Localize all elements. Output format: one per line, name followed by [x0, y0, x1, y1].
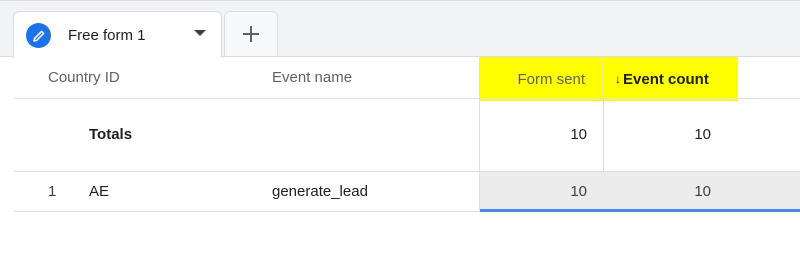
row-country-id[interactable]: AE	[89, 172, 109, 211]
column-header-label: Event name	[272, 69, 353, 86]
plus-icon	[243, 26, 259, 42]
totals-label: Totals	[89, 126, 133, 143]
caret-down-icon[interactable]	[194, 30, 206, 36]
column-header-event-count[interactable]: ↓ Event count	[603, 57, 738, 101]
tab-bar: Free form 1	[0, 0, 800, 58]
column-header-label: Country ID	[48, 69, 120, 86]
column-header-label: Event count	[623, 70, 709, 88]
totals-event-count: 10	[694, 126, 711, 143]
column-header-event-name[interactable]: Event name	[272, 57, 422, 98]
column-header-form-sent[interactable]: Form sent	[479, 57, 603, 101]
free-form-table: Country ID Event name Form sent ↓ Event …	[0, 57, 800, 260]
column-header-country-id[interactable]: Country ID	[48, 57, 198, 98]
pencil-icon	[26, 23, 51, 48]
row-index: 1	[48, 183, 57, 200]
row-event-name[interactable]: generate_lead	[272, 172, 368, 211]
row-event-count: 10	[694, 183, 711, 200]
totals-form-sent: 10	[570, 126, 587, 143]
column-header-label: Form sent	[517, 70, 585, 88]
tab-bar-top-border	[0, 0, 800, 1]
tab-free-form-1[interactable]: Free form 1	[13, 11, 222, 58]
metric-bar	[480, 209, 800, 212]
row-form-sent: 10	[570, 183, 587, 200]
tab-label: Free form 1	[68, 27, 146, 44]
add-tab-button[interactable]	[224, 11, 278, 57]
sort-descending-icon: ↓	[615, 72, 621, 86]
